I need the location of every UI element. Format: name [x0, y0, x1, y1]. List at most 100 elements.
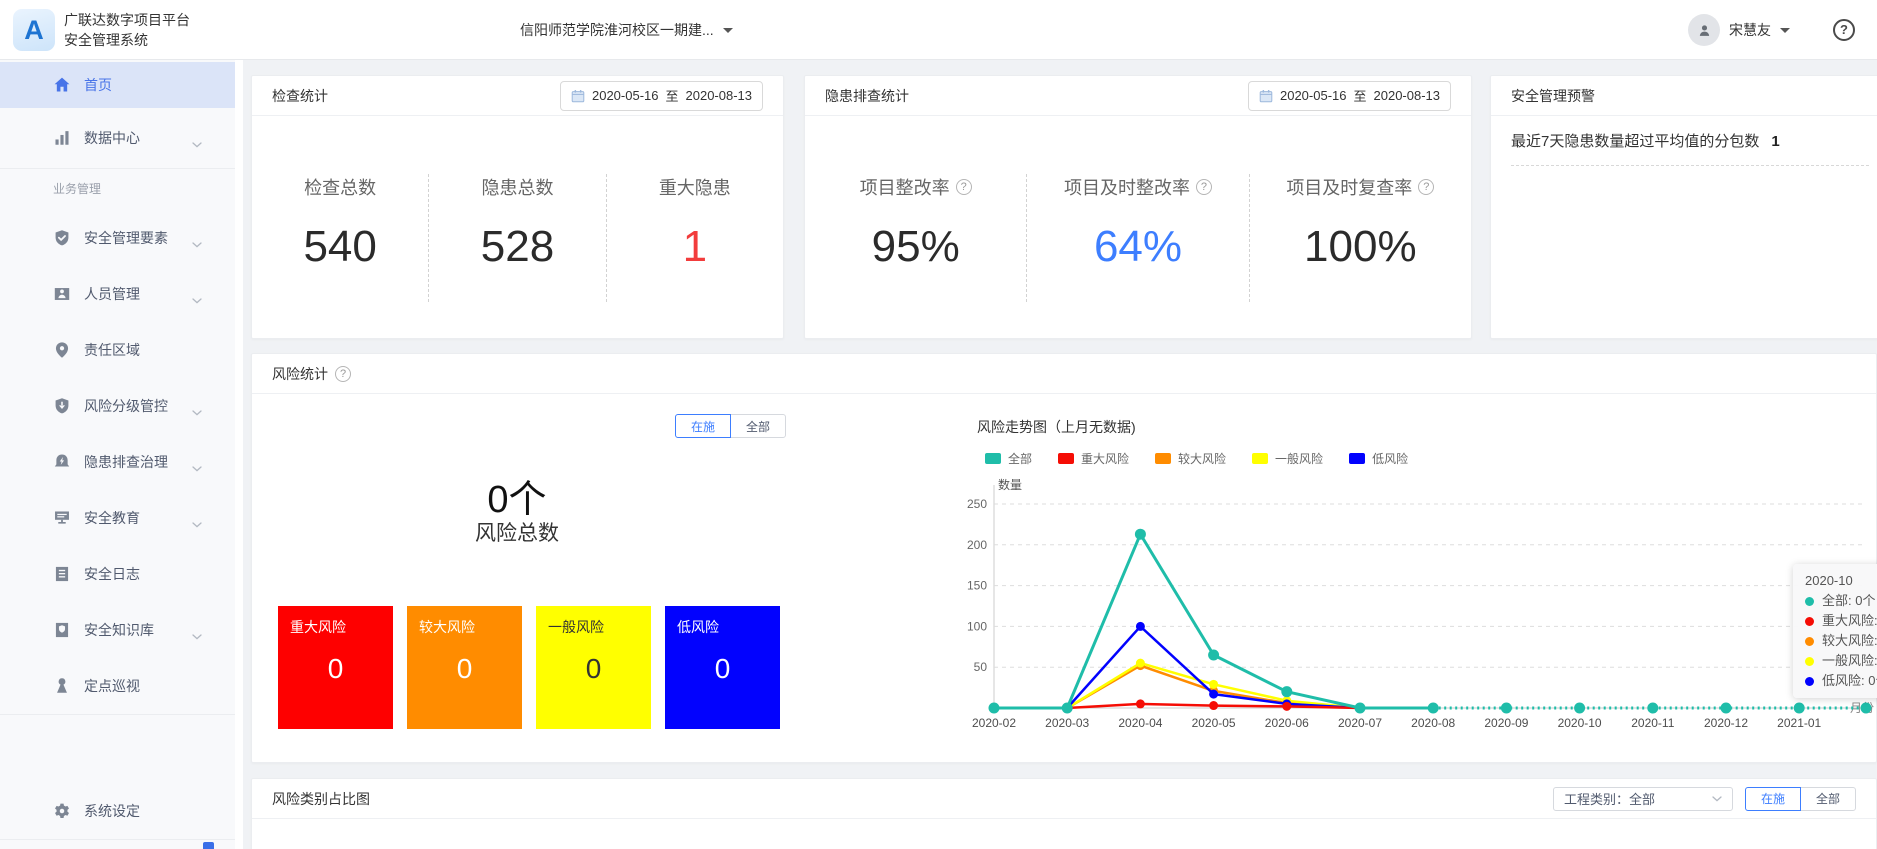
partial-blue-element — [203, 842, 214, 849]
sidebar-item-knowledge-base[interactable]: 安全知识库 — [0, 602, 235, 658]
stat-column: 项目整改率?95% — [805, 174, 1026, 302]
card-header: 风险类别占比图 工程类别：全部 在施全部 — [252, 779, 1876, 819]
legend-item[interactable]: 重大风险 — [1058, 450, 1129, 467]
svg-text:2020-05: 2020-05 — [1192, 716, 1236, 730]
gear-icon — [53, 802, 71, 820]
sidebar-item-system-settings[interactable]: 系统设定 — [0, 783, 235, 839]
sidebar-scrollbar-track[interactable] — [235, 60, 243, 849]
legend-item[interactable]: 低风险 — [1349, 450, 1408, 467]
warning-value: 1 — [1771, 133, 1779, 150]
svg-text:2020-03: 2020-03 — [1045, 716, 1089, 730]
tooltip-dot-icon — [1805, 637, 1814, 646]
legend-item[interactable]: 一般风险 — [1252, 450, 1323, 467]
chevron-down-icon — [192, 634, 202, 640]
risk-category-card: 风险类别占比图 工程类别：全部 在施全部 — [251, 778, 1877, 849]
date-end: 2020-08-13 — [1374, 88, 1441, 103]
sidebar-item-patrol[interactable]: 定点巡视 — [0, 658, 235, 714]
sidebar-item-safety-elements[interactable]: 安全管理要素 — [0, 210, 235, 266]
help-icon[interactable]: ? — [1418, 179, 1434, 195]
risk-box-label: 重大风险 — [278, 606, 393, 637]
chevron-down-icon — [723, 28, 733, 38]
help-icon[interactable]: ? — [335, 366, 351, 382]
help-icon[interactable]: ? — [1196, 179, 1212, 195]
risk-total-label: 风险总数 — [252, 517, 782, 547]
sidebar-item-data-center[interactable]: 数据中心 — [0, 108, 235, 168]
hazard-stats-card: 隐患排查统计 2020-05-16 至 2020-08-13 项目整改率?95%… — [804, 75, 1472, 339]
home-icon — [53, 76, 71, 94]
user-menu[interactable]: 宋慧友 — [1688, 0, 1790, 60]
card-controls: 工程类别：全部 在施全部 — [1553, 787, 1856, 811]
project-type-dropdown[interactable]: 工程类别：全部 — [1553, 787, 1733, 811]
card-title: 安全管理预警 — [1511, 86, 1595, 106]
svg-text:200: 200 — [967, 538, 987, 552]
shield-check-icon — [53, 229, 71, 247]
help-icon[interactable]: ? — [1833, 19, 1855, 41]
stats-row: 项目整改率?95%项目及时整改率?64%项目及时复查率?100% — [805, 174, 1471, 302]
sidebar-item-safety-education[interactable]: 安全教育 — [0, 490, 235, 546]
sidebar-item-home[interactable]: 首页 — [0, 62, 235, 108]
legend-swatch-icon — [1349, 453, 1365, 464]
card-title: 风险类别占比图 — [272, 789, 370, 809]
toggle-option-active[interactable]: 在施 — [1745, 787, 1801, 811]
stat-value: 100% — [1250, 222, 1471, 272]
tooltip-row: 全部: 0个 — [1805, 591, 1877, 611]
svg-text:2020-02: 2020-02 — [972, 716, 1016, 730]
sidebar-item-risk-grading[interactable]: 风险分级管控 — [0, 378, 235, 434]
date-start: 2020-05-16 — [592, 88, 659, 103]
risk-box-label: 较大风险 — [407, 606, 522, 637]
knowledge-book-icon — [53, 621, 71, 639]
chevron-down-icon — [192, 466, 202, 472]
stat-column: 项目及时整改率?64% — [1026, 174, 1248, 302]
card-header: 隐患排查统计 2020-05-16 至 2020-08-13 — [805, 76, 1471, 116]
svg-text:50: 50 — [974, 660, 988, 674]
stat-value: 540 — [252, 222, 428, 272]
date-range-picker[interactable]: 2020-05-16 至 2020-08-13 — [1248, 81, 1451, 111]
toggle-option-inactive[interactable]: 全部 — [1800, 787, 1856, 811]
legend-label: 低风险 — [1372, 450, 1408, 467]
tooltip-dot-icon — [1805, 657, 1814, 666]
date-to-label: 至 — [665, 86, 678, 105]
sidebar-item-responsibility-area[interactable]: 责任区域 — [0, 322, 235, 378]
svg-text:250: 250 — [967, 497, 987, 511]
toggle-option-inactive[interactable]: 全部 — [730, 414, 786, 438]
chart-tooltip: 2020-10全部: 0个重大风险: 0个较大风险: 0个一般风险: 0个低风险… — [1793, 564, 1877, 698]
patrol-pin-icon — [53, 677, 71, 695]
sidebar-item-personnel[interactable]: 人员管理 — [0, 266, 235, 322]
chart-title: 风险走势图（上月无数据) — [977, 417, 1136, 437]
location-pin-icon — [53, 341, 71, 359]
legend-item[interactable]: 全部 — [985, 450, 1032, 467]
tooltip-dot-icon — [1805, 617, 1814, 626]
tooltip-text: 较大风险: 0个 — [1822, 631, 1877, 651]
legend-swatch-icon — [985, 453, 1001, 464]
tooltip-text: 全部: 0个 — [1822, 591, 1875, 611]
toggle-option-active[interactable]: 在施 — [675, 414, 731, 438]
status-toggle: 在施全部 — [675, 414, 786, 438]
date-start: 2020-05-16 — [1280, 88, 1347, 103]
chevron-down-icon — [192, 242, 202, 248]
project-selector[interactable]: 信阳师范学院淮河校区一期建... — [520, 0, 733, 60]
chart-legend: 全部 重大风险 较大风险 一般风险 低风险 — [985, 450, 1408, 467]
chevron-down-icon — [192, 142, 202, 148]
legend-label: 一般风险 — [1275, 450, 1323, 467]
sidebar-item-label: 安全教育 — [84, 508, 140, 528]
sidebar-item-hazard-treatment[interactable]: 隐患排查治理 — [0, 434, 235, 490]
sidebar-item-label: 隐患排查治理 — [84, 452, 168, 472]
tooltip-row: 较大风险: 0个 — [1805, 631, 1877, 651]
sidebar-item-label: 数据中心 — [84, 128, 140, 148]
svg-text:2020-12: 2020-12 — [1704, 716, 1748, 730]
legend-item[interactable]: 较大风险 — [1155, 450, 1226, 467]
legend-label: 重大风险 — [1081, 450, 1129, 467]
svg-text:2020-11: 2020-11 — [1631, 716, 1674, 730]
help-icon[interactable]: ? — [956, 179, 972, 195]
stat-column: 检查总数540 — [252, 174, 428, 302]
calendar-icon — [571, 89, 585, 103]
stat-label: 隐患总数 — [481, 174, 553, 200]
alarm-bolt-icon — [53, 453, 71, 471]
dropdown-value: 工程类别：全部 — [1564, 789, 1655, 808]
sidebar-item-safety-log[interactable]: 安全日志 — [0, 546, 235, 602]
bar-chart-icon — [53, 129, 71, 147]
date-range-picker[interactable]: 2020-05-16 至 2020-08-13 — [560, 81, 763, 111]
legend-swatch-icon — [1058, 453, 1074, 464]
sidebar-item-label: 安全管理要素 — [84, 228, 168, 248]
svg-text:2020-07: 2020-07 — [1338, 716, 1382, 730]
